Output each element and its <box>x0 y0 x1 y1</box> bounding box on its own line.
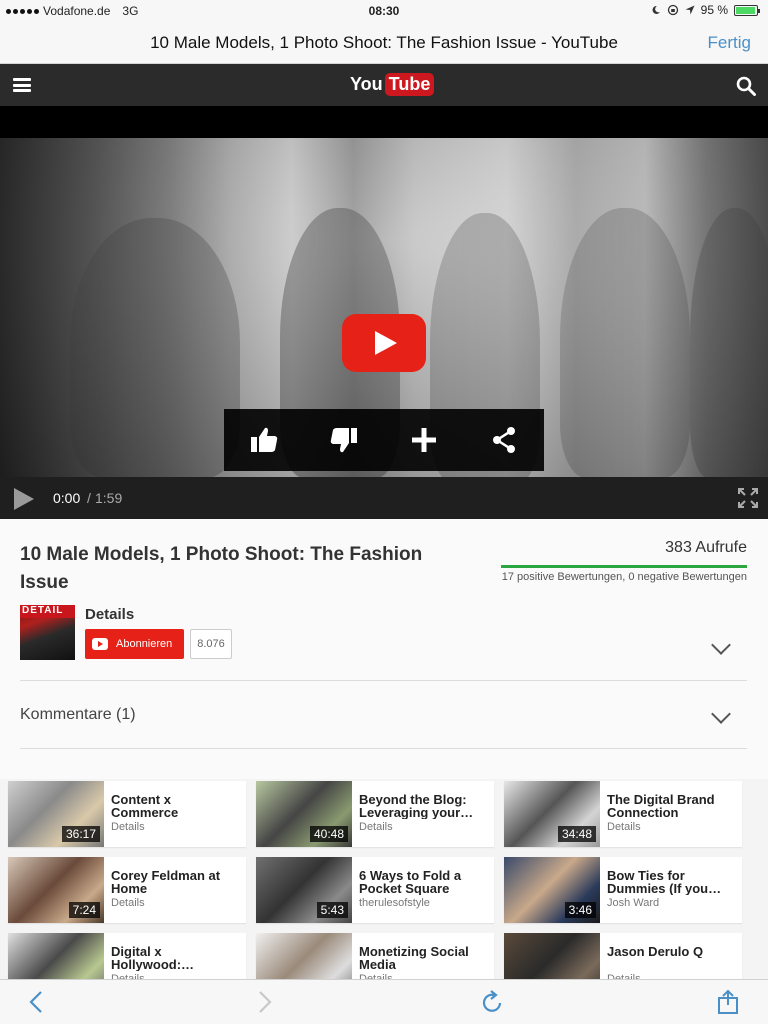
related-video-card[interactable]: Digital x Hollywood:… Details <box>8 933 246 979</box>
related-video-card[interactable]: 5:43 6 Ways to Fold a Pocket Square therul… <box>256 857 494 923</box>
subscribe-button[interactable]: Abonnieren <box>85 629 184 659</box>
video-action-bar <box>224 409 544 471</box>
related-video-title[interactable]: Bow Ties for Dummies (If you… <box>607 869 737 895</box>
current-time: 0:00 <box>53 490 81 506</box>
logo-you: You <box>350 74 383 94</box>
battery-icon <box>734 4 760 16</box>
play-button[interactable] <box>342 314 426 372</box>
related-video-channel: Details <box>111 897 145 909</box>
chevron-down-icon[interactable] <box>711 635 731 655</box>
video-duration: 7:24 <box>68 902 100 918</box>
video-thumbnail[interactable]: 5:43 <box>256 857 352 923</box>
rating-bar <box>501 565 747 568</box>
related-video-card[interactable]: Jason Derulo Q Details <box>504 933 742 979</box>
related-video-title[interactable]: Beyond the Blog: Leveraging your… <box>359 793 489 819</box>
search-icon[interactable] <box>736 76 756 96</box>
safari-page: Vodafone.de 3G 08:30 95 % 10 Male Models… <box>0 0 768 1024</box>
status-bar: Vodafone.de 3G 08:30 95 % <box>0 0 768 22</box>
related-video-title[interactable]: Content x Commerce <box>111 793 241 819</box>
status-right: 95 % <box>651 3 760 17</box>
related-video-title[interactable]: The Digital Brand Connection <box>607 793 737 819</box>
battery-percent: 95 % <box>700 3 728 17</box>
video-info: 10 Male Models, 1 Photo Shoot: The Fashi… <box>0 519 768 779</box>
related-videos: 36:17 Content x Commerce Details 40:48 Beyon… <box>0 779 768 979</box>
channel-logo-text: DETAIL <box>20 605 75 618</box>
related-video-card[interactable]: Monetizing Social Media Details <box>256 933 494 979</box>
video-frame[interactable] <box>0 138 768 477</box>
related-video-card[interactable]: 7:24 Corey Feldman at Home Details <box>8 857 246 923</box>
related-video-title[interactable]: Monetizing Social Media <box>359 945 489 971</box>
fullscreen-icon[interactable] <box>737 487 759 509</box>
related-video-card[interactable]: 3:46 Bow Ties for Dummies (If you… Josh Wa… <box>504 857 742 923</box>
video-thumbnail[interactable] <box>8 933 104 979</box>
video-duration: 34:48 <box>557 826 596 842</box>
video-thumbnail[interactable] <box>256 933 352 979</box>
menu-icon[interactable] <box>13 78 31 92</box>
related-video-card[interactable]: 34:48 The Digital Brand Connection Details <box>504 781 742 847</box>
related-video-title[interactable]: 6 Ways to Fold a Pocket Square <box>359 869 489 895</box>
comments-toggle[interactable]: Kommentare (1) <box>20 706 136 724</box>
related-video-card[interactable]: 36:17 Content x Commerce Details <box>8 781 246 847</box>
back-icon[interactable] <box>24 989 50 1015</box>
video-thumbnail[interactable]: 34:48 <box>504 781 600 847</box>
browser-toolbar <box>0 979 768 1024</box>
related-video-title[interactable]: Jason Derulo Q <box>607 945 737 958</box>
video-player[interactable]: 0:00 / 1:59 <box>0 106 768 519</box>
video-title: 10 Male Models, 1 Photo Shoot: The Fashi… <box>20 544 423 593</box>
moon-icon <box>652 5 660 14</box>
video-duration: 3:46 <box>564 902 596 918</box>
divider <box>20 748 747 749</box>
done-button[interactable]: Fertig <box>708 33 751 53</box>
channel-avatar[interactable]: DETAIL <box>20 605 75 660</box>
dislike-icon[interactable] <box>324 420 364 460</box>
browser-title-bar: 10 Male Models, 1 Photo Shoot: The Fashi… <box>0 22 768 64</box>
control-play-icon[interactable] <box>14 488 34 510</box>
player-controls: 0:00 / 1:59 <box>0 477 768 519</box>
share-icon[interactable] <box>715 989 741 1015</box>
youtube-logo[interactable]: You Tube <box>350 73 435 96</box>
related-video-channel: Details <box>359 821 393 833</box>
related-video-channel: therulesofstyle <box>359 897 430 909</box>
battery-fill <box>736 6 755 14</box>
location-icon <box>685 5 695 15</box>
subscribe-label: Abonnieren <box>116 638 173 650</box>
time-separator: / <box>87 490 91 506</box>
related-video-channel: Josh Ward <box>607 897 660 909</box>
rating-text: 17 positive Bewertungen, 0 negative Bewe… <box>501 571 747 583</box>
related-video-title[interactable]: Digital x Hollywood:… <box>111 945 241 971</box>
channel-name[interactable]: Details <box>85 606 134 623</box>
video-duration: 5:43 <box>316 902 348 918</box>
video-thumbnail[interactable]: 3:46 <box>504 857 600 923</box>
video-thumbnail[interactable]: 7:24 <box>8 857 104 923</box>
video-duration: 40:48 <box>309 826 348 842</box>
duration: 1:59 <box>95 490 123 506</box>
related-video-card[interactable]: 40:48 Beyond the Blog: Leveraging your… De… <box>256 781 494 847</box>
chevron-down-icon[interactable] <box>711 704 731 724</box>
video-thumbnail[interactable] <box>504 933 600 979</box>
youtube-mini-icon <box>92 638 108 650</box>
share-icon[interactable] <box>484 420 524 460</box>
reload-icon[interactable] <box>480 989 506 1015</box>
video-thumbnail[interactable]: 40:48 <box>256 781 352 847</box>
rotation-lock-icon <box>667 4 678 16</box>
related-video-channel: Details <box>111 821 145 833</box>
divider <box>20 680 747 681</box>
add-icon[interactable] <box>404 420 444 460</box>
view-count: 383 Aufrufe <box>665 539 747 556</box>
video-thumbnail[interactable]: 36:17 <box>8 781 104 847</box>
forward-icon[interactable] <box>251 989 277 1015</box>
like-icon[interactable] <box>244 420 284 460</box>
logo-tube: Tube <box>384 73 435 96</box>
subscriber-count: 8.076 <box>190 629 232 659</box>
page-title: 10 Male Models, 1 Photo Shoot: The Fashi… <box>150 33 618 52</box>
youtube-header: You Tube <box>0 64 768 106</box>
related-video-title[interactable]: Corey Feldman at Home <box>111 869 241 895</box>
video-duration: 36:17 <box>61 826 100 842</box>
related-video-channel: Details <box>607 821 641 833</box>
